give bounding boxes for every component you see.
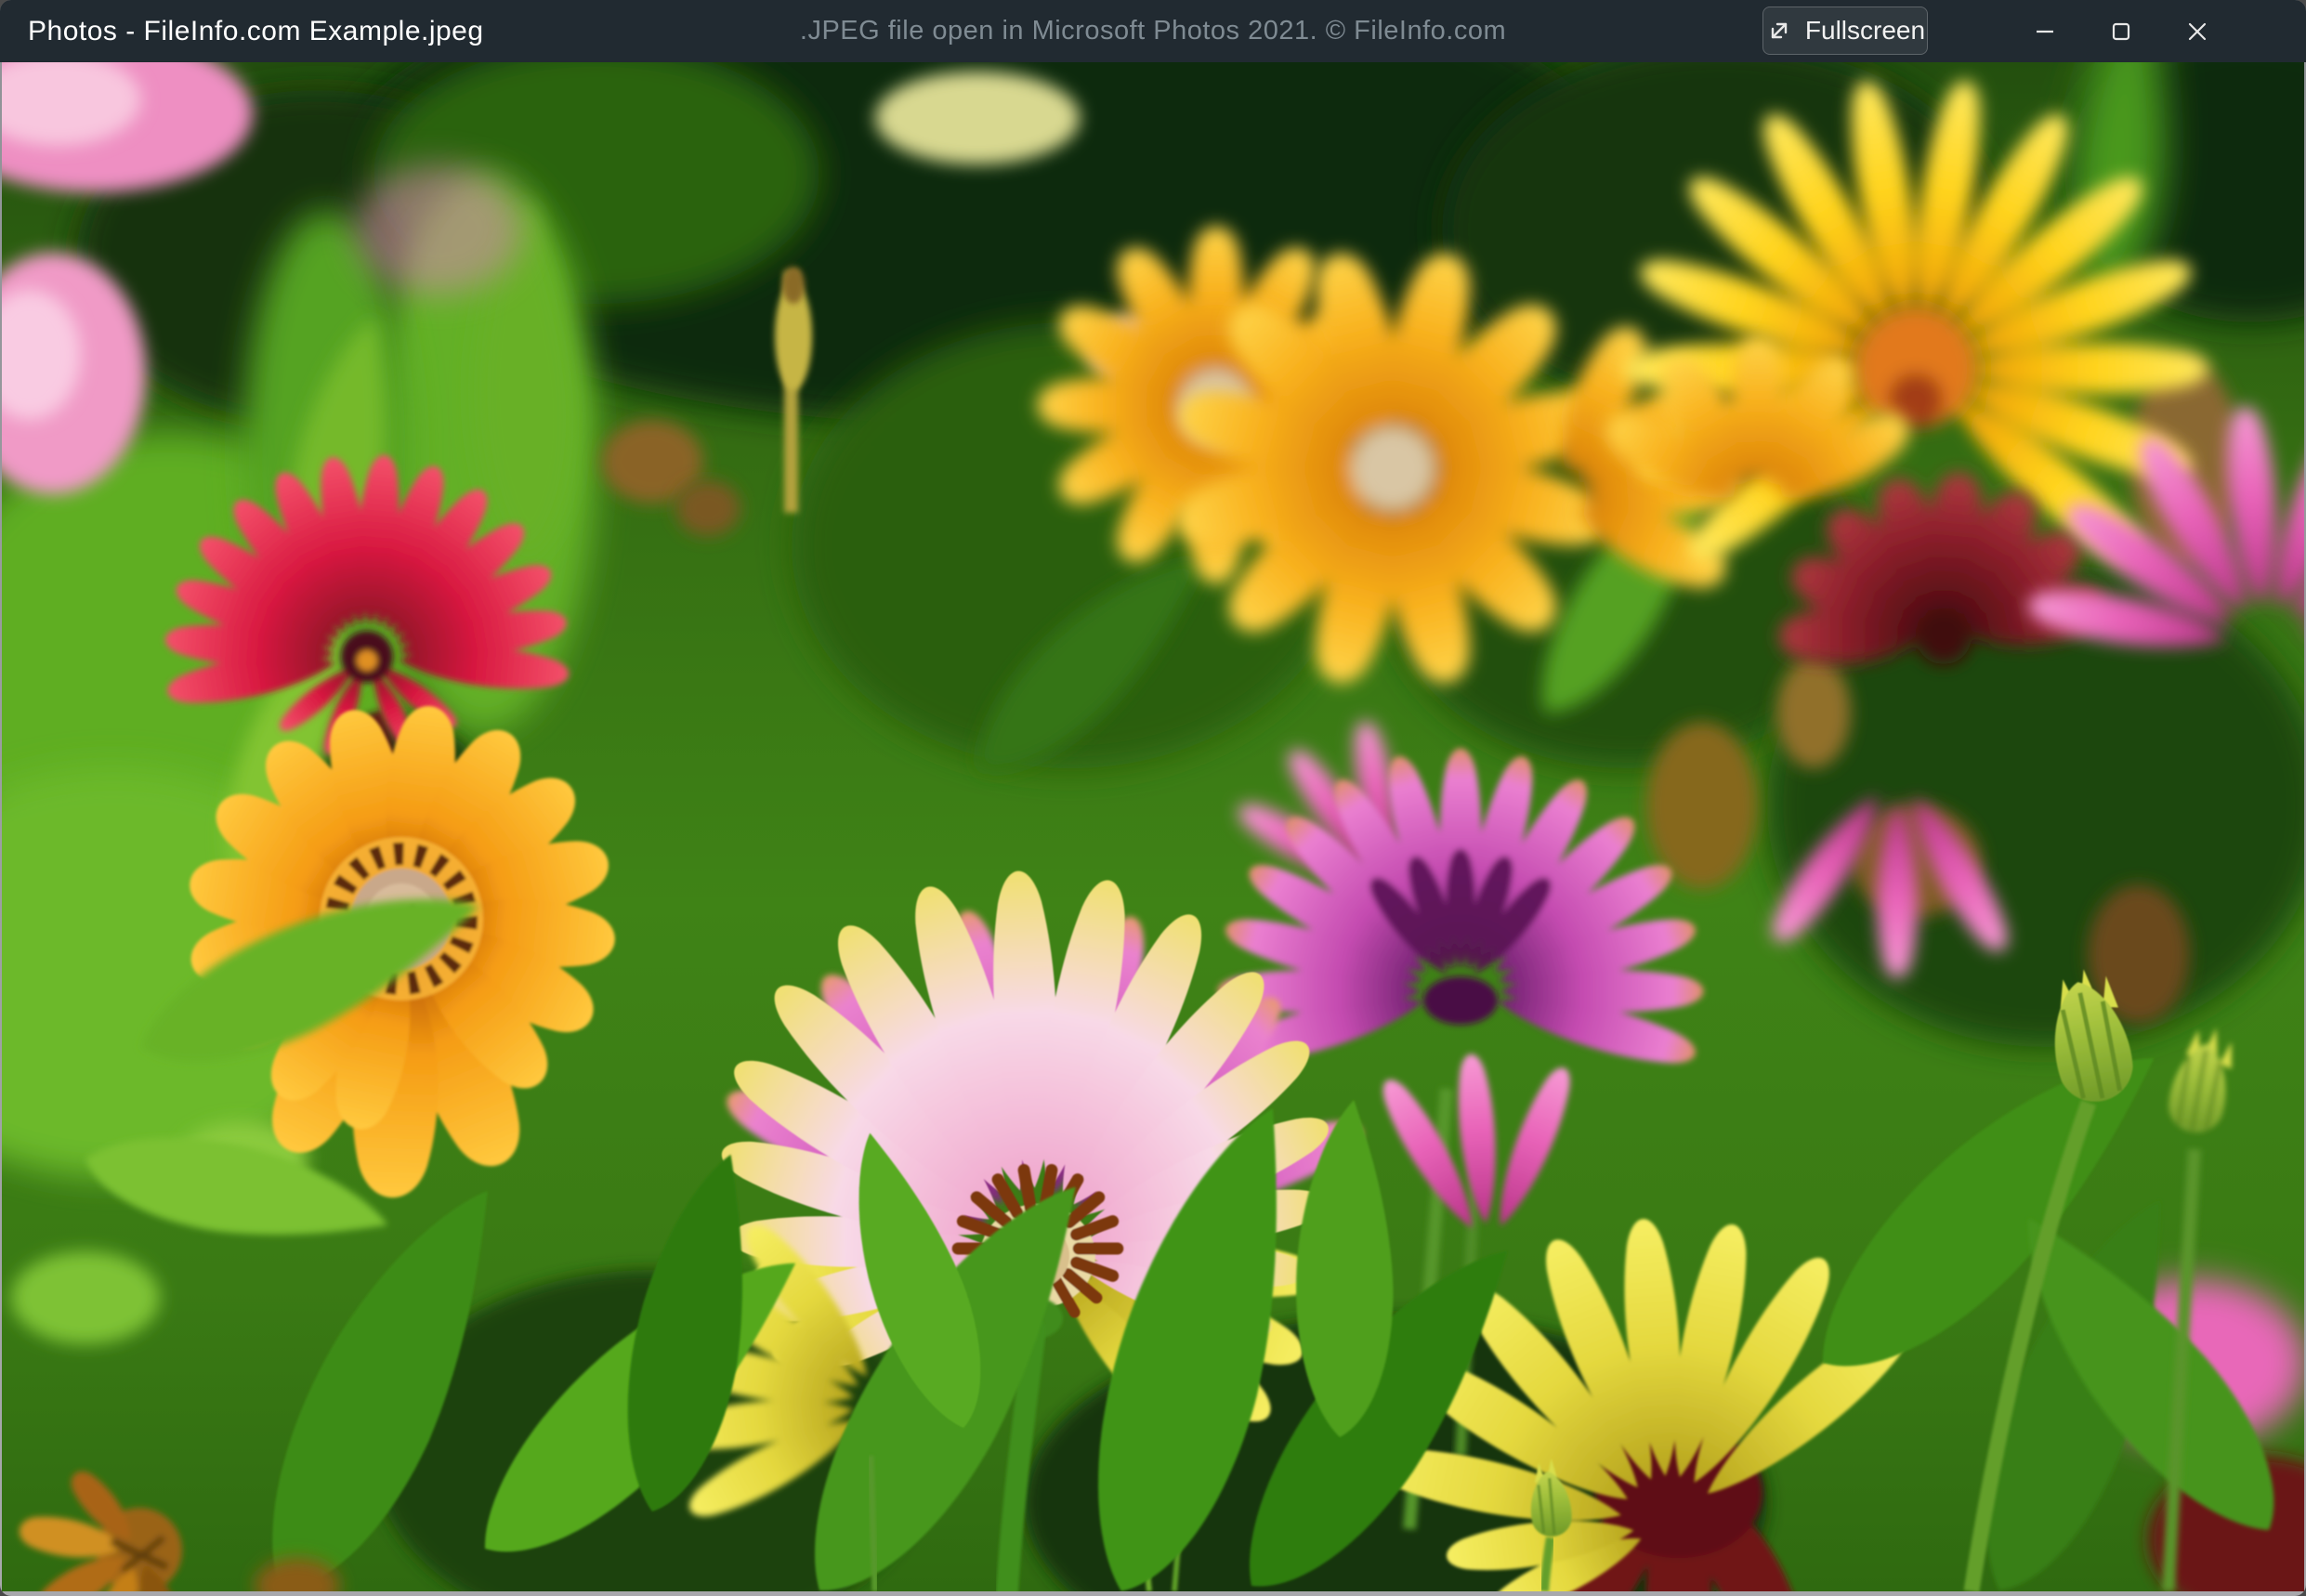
fullscreen-label: Fullscreen [1805, 16, 1925, 46]
minimize-icon [2031, 18, 2059, 46]
close-icon [2183, 18, 2211, 46]
close-button[interactable] [2174, 8, 2221, 55]
maximize-icon [2107, 18, 2135, 46]
flower-photo [2, 62, 2304, 1591]
minimize-button[interactable] [2022, 8, 2068, 55]
fullscreen-button[interactable]: Fullscreen [1762, 7, 1928, 55]
fullscreen-expand-icon [1765, 17, 1793, 45]
window-title: Photos - FileInfo.com Example.jpeg [28, 0, 484, 62]
photos-app-window: Photos - FileInfo.com Example.jpeg .JPEG… [0, 0, 2306, 1596]
photo-canvas [2, 62, 2304, 1591]
maximize-button[interactable] [2098, 8, 2144, 55]
titlebar: Photos - FileInfo.com Example.jpeg .JPEG… [0, 0, 2306, 62]
